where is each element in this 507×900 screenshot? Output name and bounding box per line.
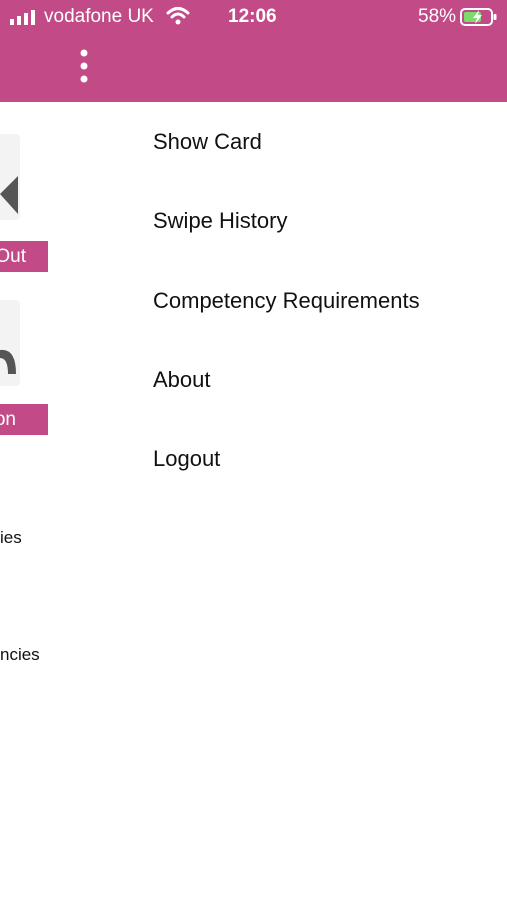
wifi-icon — [166, 6, 190, 32]
volume-icon — [0, 172, 20, 223]
menu-item-competency-requirements[interactable]: Competency Requirements — [153, 288, 420, 314]
background-button-label: Out — [0, 245, 26, 267]
background-action-button[interactable]: on — [0, 404, 48, 435]
menu-item-about[interactable]: About — [153, 367, 211, 393]
partial-icon — [0, 344, 20, 385]
more-vertical-icon[interactable] — [74, 48, 94, 86]
carrier-name: vodafone UK — [44, 6, 154, 27]
battery-charging-icon — [460, 7, 498, 33]
overflow-menu: Show Card Swipe History Competency Requi… — [128, 102, 507, 900]
menu-item-show-card[interactable]: Show Card — [153, 129, 262, 155]
menu-item-swipe-history[interactable]: Swipe History — [153, 208, 287, 234]
battery-percent: 58% — [418, 6, 457, 27]
background-text: ies — [0, 528, 22, 547]
status-time: 12:06 — [228, 6, 277, 27]
background-text: ncies — [0, 645, 40, 664]
menu-item-logout[interactable]: Logout — [153, 446, 220, 472]
status-bar: vodafone UK 12:06 58% — [0, 0, 507, 34]
signal-icon — [10, 9, 38, 31]
background-button-label: on — [0, 408, 16, 430]
background-action-button[interactable]: Out — [0, 241, 48, 272]
app-bar: vodafone UK 12:06 58% — [0, 0, 507, 102]
